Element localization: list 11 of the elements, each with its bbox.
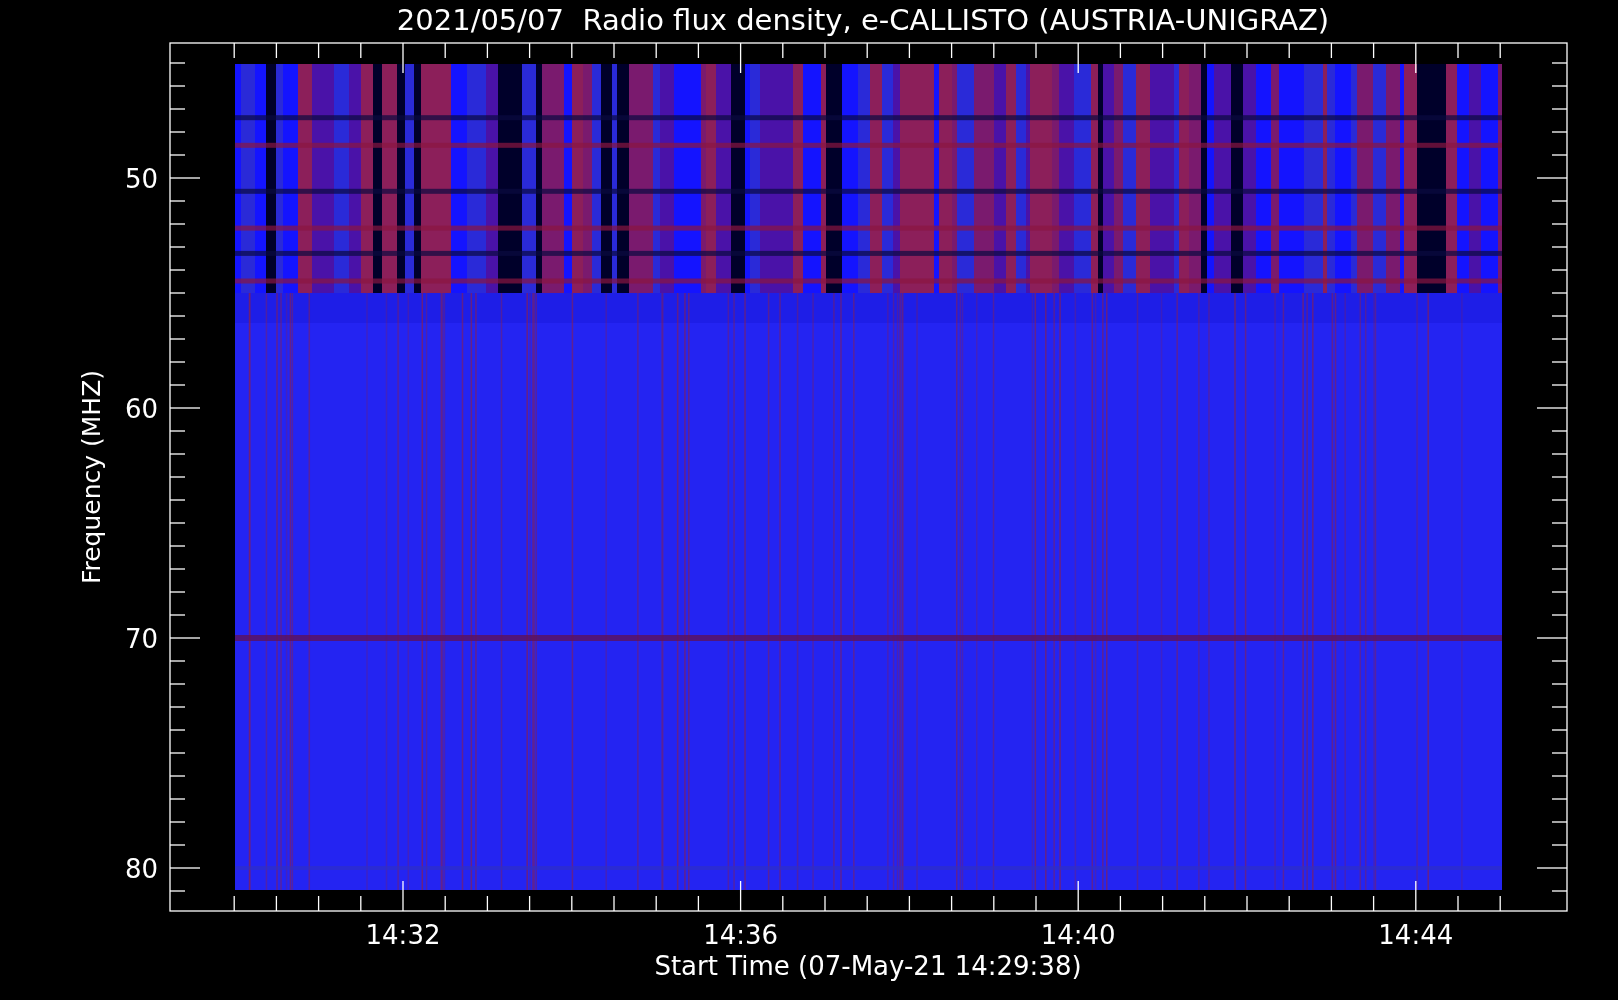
tick-label: 14:40 [1040, 920, 1116, 950]
axis-label: Frequency (MHZ) [77, 369, 106, 585]
tick-label: 80 [124, 854, 158, 884]
tick-label: 14:44 [1378, 920, 1454, 950]
tick-label: 60 [124, 394, 158, 424]
tick-label: 14:36 [703, 920, 779, 950]
axis-label: Start Time (07-May-21 14:29:38) [654, 951, 1082, 981]
tick-label: 50 [124, 164, 158, 194]
tick-label: 70 [124, 624, 158, 654]
tick-label: 14:32 [365, 920, 441, 950]
chart-title: 2021/05/07 Radio flux density, e-CALLISTO (AUSTRIA-UNIGRAZ) [396, 3, 1330, 37]
